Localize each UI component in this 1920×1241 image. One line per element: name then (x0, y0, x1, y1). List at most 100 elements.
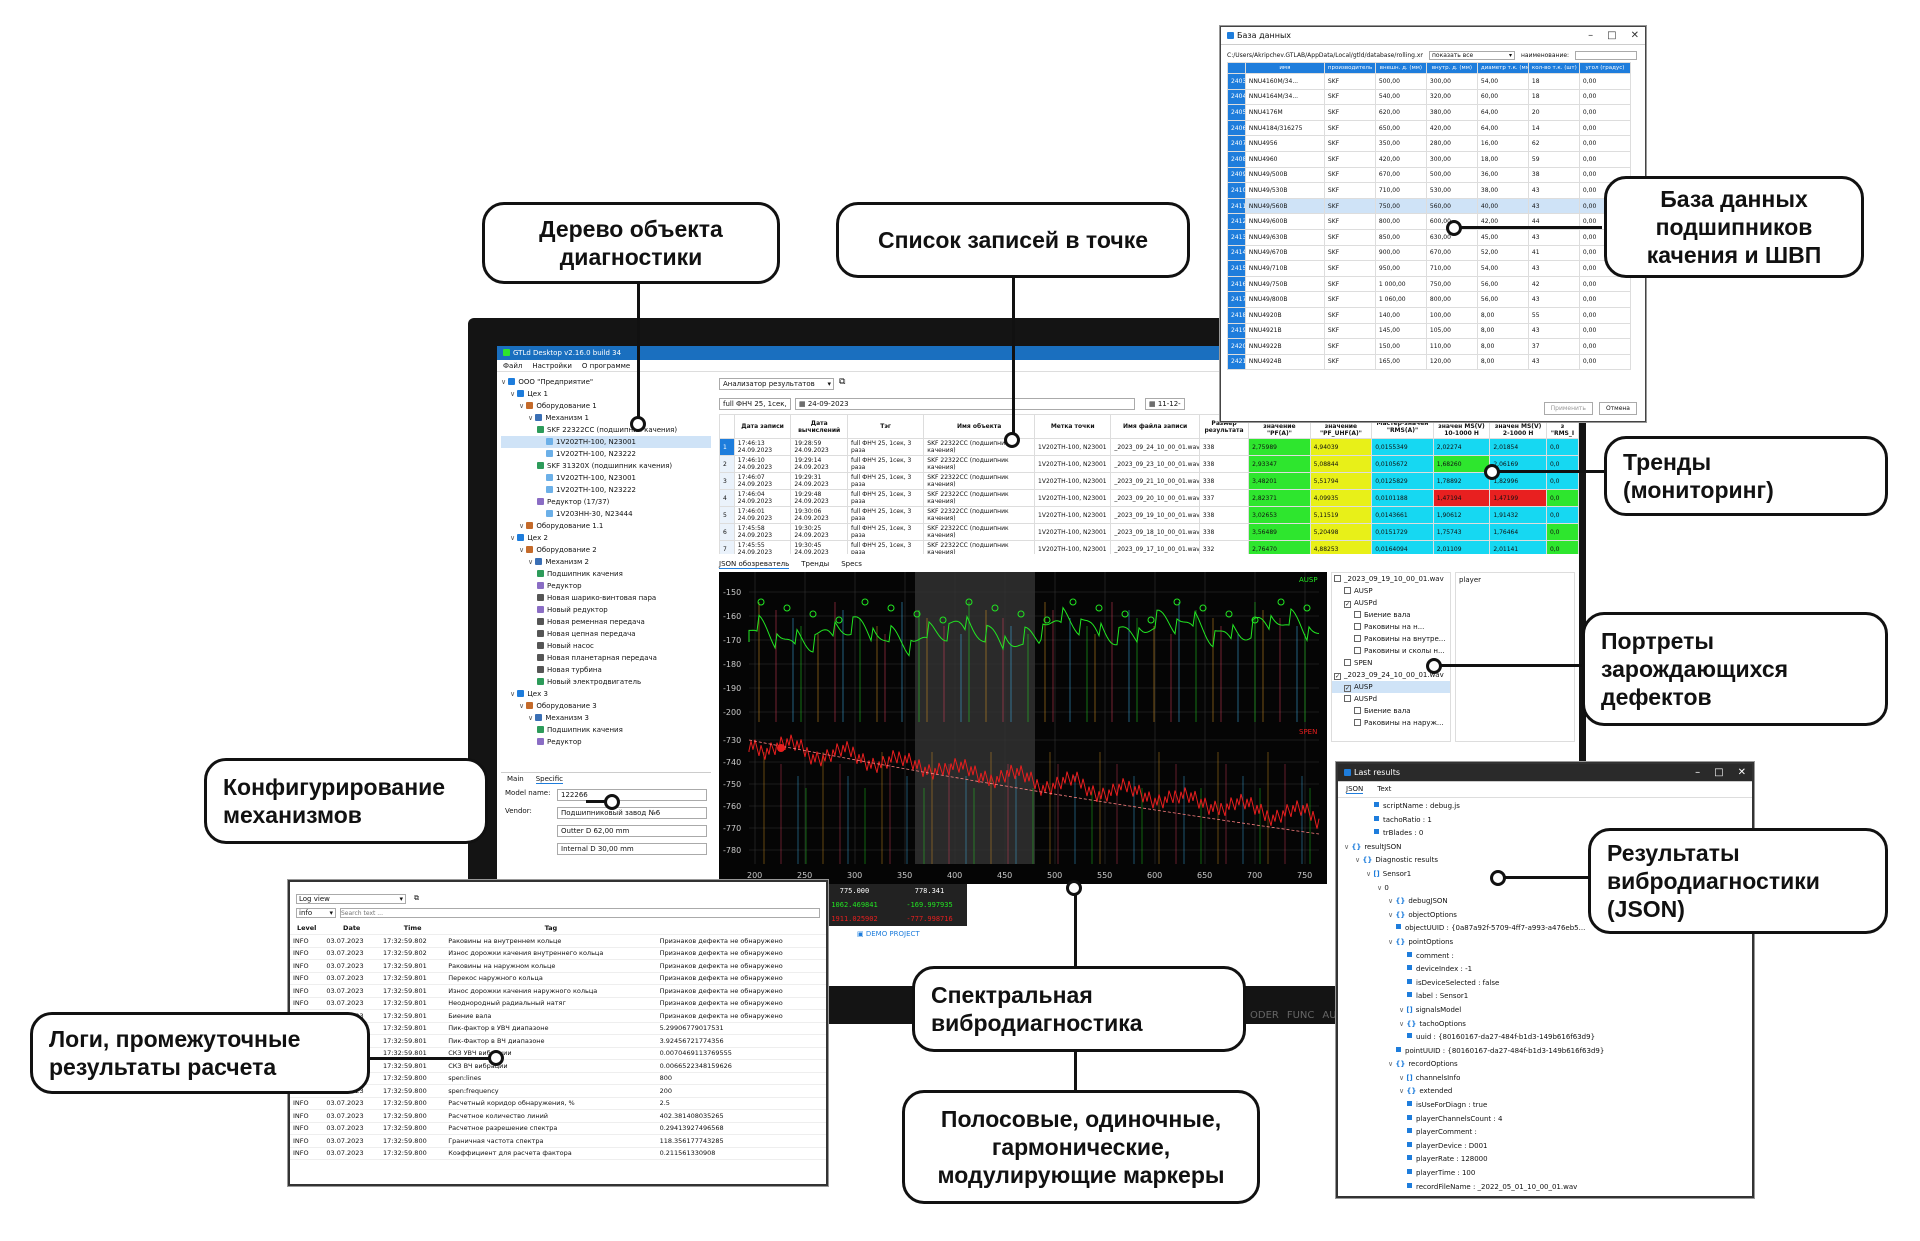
checkbox-checked-icon[interactable]: ✓ (1344, 601, 1351, 608)
json-node[interactable]: recordFileName : _2022_05_01_10_00_01.wa… (1344, 1181, 1746, 1195)
tree-item[interactable]: 1V202TH-100, N23001 (501, 472, 711, 484)
tree-item[interactable]: Подшипник качения (501, 568, 711, 580)
json-node[interactable]: ∨ {} extended (1344, 1085, 1746, 1099)
menu-settings[interactable]: Настройки (532, 360, 572, 371)
json-node[interactable]: isUseForDiagn : true (1344, 1099, 1746, 1113)
tree-item[interactable]: 1V202TH-100, N23222 (501, 484, 711, 496)
table-row[interactable]: INFO03.07.202317:32:59.801Пик-фактор в У… (290, 1022, 826, 1035)
menu-file[interactable]: Файл (503, 360, 522, 371)
json-node[interactable]: isDeviceSelected : false (1344, 977, 1746, 991)
menu-about[interactable]: О программе (582, 360, 630, 371)
table-row[interactable]: INFO 03.07.2023 17:32:59.801 Перекос наружн… (290, 972, 826, 985)
table-row[interactable]: 2405 NNU4176M SKF 620,00 380,00 64,00 20 0,00 (1227, 104, 1632, 121)
tab-specs[interactable]: Specs (841, 560, 862, 569)
checkbox-icon[interactable] (1354, 647, 1361, 654)
expand-chevron-icon[interactable]: ∨ (519, 702, 526, 710)
db-header-cell[interactable] (1227, 62, 1246, 74)
db-header-cell[interactable]: диаметр т.к. (мм) (1476, 62, 1529, 74)
expand-chevron-icon[interactable]: ∨ (528, 558, 535, 566)
log-header-cell[interactable]: Tag (445, 922, 657, 935)
config-field-input[interactable]: Outter D 62,00 mm (557, 825, 707, 837)
tree-item[interactable]: ∨ Оборудование 3 (501, 700, 711, 712)
table-row[interactable]: INFO 03.07.2023 17:32:59.800 Расчетное коли… (290, 1109, 826, 1123)
portrait-item[interactable]: ✓ AUSPd (1332, 597, 1450, 609)
json-node[interactable]: ∨ {} pointOptions (1344, 936, 1746, 950)
table-row[interactable]: 2414 NNU49/670B SKF 900,00 670,00 52,00 41 0,00 (1227, 244, 1632, 262)
tab-json[interactable]: JSON (1346, 785, 1364, 794)
db-header-cell[interactable]: внешн. д. (мм) (1374, 62, 1427, 74)
table-row[interactable]: 2408 NNU4960 SKF 420,00 300,00 18,00 59 0,00 (1227, 150, 1632, 168)
tree-item[interactable]: Редуктор (17/37) (501, 496, 711, 508)
table-row[interactable]: INFO 03.07.2023 17:32:59.801 Неоднородный р… (290, 997, 826, 1010)
portrait-item[interactable]: Биение вала (1332, 705, 1450, 717)
expand-chevron-icon[interactable]: ∨ (528, 414, 535, 422)
checkbox-icon[interactable] (1354, 719, 1361, 726)
checkbox-checked-icon[interactable]: ✓ (1334, 673, 1341, 680)
table-row[interactable]: INFO03.07.202317:32:59.800spen:lines800 (290, 1072, 826, 1085)
json-node[interactable]: comment : (1344, 950, 1746, 964)
json-node[interactable]: ∨ [] channelsInfo (1344, 1072, 1746, 1086)
table-row[interactable]: INFO03.07.202317:32:59.801Пик-Фактор в В… (290, 1034, 826, 1048)
json-node[interactable]: deviceIndex : -1 (1344, 963, 1746, 977)
analyzer-select[interactable]: Анализатор результатов ▾ (719, 378, 834, 390)
table-row[interactable]: INFO03.07.202317:32:59.800spen:frequency… (290, 1084, 826, 1098)
tree-item[interactable]: ∨ Механизм 1 (501, 412, 711, 424)
json-node[interactable]: uuid : {80160167-da27-484f-b1d3-149b616f… (1344, 1031, 1746, 1045)
json-node[interactable]: ∨ {} tachoOptions (1344, 1018, 1746, 1032)
defect-portraits-tree[interactable]: _2023_09_19_10_00_01.wav AUSP ✓ AUSPd Биение… (1331, 572, 1451, 742)
table-row[interactable]: 1 17:46:13 24.09.2023 19:28:59 24.09.2023 f… (719, 438, 1579, 456)
records-header-cell[interactable]: Дата вычислений (790, 414, 848, 439)
tree-item[interactable]: ∨ Цех 2 (501, 532, 711, 544)
log-header-cell[interactable]: Time (380, 922, 446, 935)
tree-item[interactable]: ∨ Цех 3 (501, 688, 711, 700)
tree-item[interactable]: Новый насос (501, 640, 711, 652)
portrait-item[interactable]: Биение вала (1332, 609, 1450, 621)
table-row[interactable]: 2415 NNU49/710B SKF 950,00 710,00 54,00 43 0,00 (1227, 260, 1632, 277)
maximize-icon[interactable]: □ (1607, 30, 1616, 41)
json-node[interactable]: playerDevice : D001 (1344, 1140, 1746, 1154)
table-row[interactable]: INFO 03.07.2023 17:32:59.802 Раковины на вн… (290, 934, 826, 948)
table-row[interactable]: INFO 03.07.2023 17:32:59.800 Коэффициент дл… (290, 1147, 826, 1160)
tab-json-viewer[interactable]: JSON обозреватель (719, 560, 790, 569)
close-icon[interactable]: ✕ (1738, 767, 1746, 778)
db-header-cell[interactable]: угол (градус) (1578, 62, 1632, 74)
tree-item[interactable]: ∨ Механизм 3 (501, 712, 711, 724)
open-external-icon[interactable]: ⧉ (414, 894, 419, 904)
log-view-select[interactable]: Log view ▾ (296, 894, 406, 904)
tree-item[interactable]: Новая ременная передача (501, 616, 711, 628)
table-row[interactable]: 2409 NNU49/500B SKF 670,00 500,00 36,00 38 0,00 (1227, 166, 1632, 184)
log-header-cell[interactable]: Level (290, 922, 324, 935)
table-row[interactable]: 2403 NNU4160M/34... SKF 500,00 300,00 54,00 18… (1227, 73, 1632, 90)
table-row[interactable]: 2 17:46:10 24.09.2023 19:29:14 24.09.2023 f… (719, 455, 1579, 473)
records-header-cell[interactable] (719, 414, 735, 439)
log-header-cell[interactable] (656, 922, 826, 935)
json-node[interactable]: playerComment : (1344, 1126, 1746, 1140)
log-header-cell[interactable]: Date (323, 922, 381, 935)
tab-specific[interactable]: Specific (535, 775, 563, 784)
json-node[interactable]: tachoRatio : 1 (1344, 814, 1746, 828)
db-header-cell[interactable]: производитель (1323, 62, 1376, 74)
table-row[interactable]: 2404 NNU4164M/34... SKF 540,00 320,00 60,00 18… (1227, 88, 1632, 106)
table-row[interactable]: INFO03.07.202317:32:59.801СКЗ ВЧ вибраци… (290, 1059, 826, 1073)
table-row[interactable]: 2418 NNU4920B SKF 140,00 100,00 8,00 55 0,00 (1227, 306, 1632, 324)
table-row[interactable]: 2416 NNU49/750B SKF 1 000,00 750,00 56,00 42 0,… (1227, 275, 1632, 293)
portrait-item[interactable]: _2023_09_19_10_00_01.wav (1332, 573, 1450, 585)
table-row[interactable]: 2413 NNU49/630B SKF 850,00 630,00 45,00 43 0,00 (1227, 228, 1632, 246)
tree-item[interactable]: 1V202TH-100, N23222 (501, 448, 711, 460)
table-row[interactable]: INFO03.07.202317:32:59.801Биение валаПри… (290, 1009, 826, 1023)
records-header-cell[interactable]: Имя файла записи (1110, 414, 1200, 439)
tree-item[interactable]: 1V203HH-30, N23444 (501, 508, 711, 520)
portrait-item[interactable]: Раковины на внутре... (1332, 633, 1450, 645)
tree-item[interactable]: ∨ Механизм 2 (501, 556, 711, 568)
tree-item[interactable]: ∨ Оборудование 2 (501, 544, 711, 556)
date-from-field[interactable]: ▦ 24-09-2023 (795, 398, 1135, 410)
portrait-item[interactable]: ✓ AUSP (1332, 681, 1450, 693)
tree-item[interactable]: Редуктор (501, 580, 711, 592)
tree-item[interactable]: 1V202TH-100, N23001 (501, 436, 711, 448)
expand-chevron-icon[interactable]: ∨ (510, 534, 517, 542)
expand-chevron-icon[interactable]: ∨ (510, 690, 517, 698)
table-row[interactable]: 2417 NNU49/800B SKF 1 060,00 800,00 56,00 43 0,… (1227, 291, 1632, 308)
name-input[interactable] (1575, 51, 1638, 60)
db-header-cell[interactable]: внутр. д. (мм) (1425, 62, 1478, 74)
tab-main[interactable]: Main (507, 775, 524, 784)
